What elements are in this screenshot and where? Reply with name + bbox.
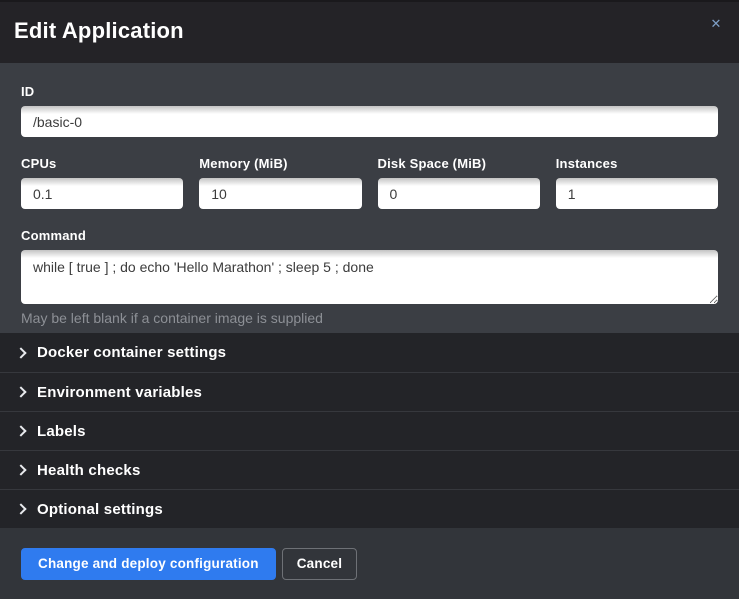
instances-input[interactable] (556, 178, 718, 209)
cancel-button[interactable]: Cancel (282, 548, 357, 580)
chevron-right-icon (15, 425, 26, 436)
section-optional-settings[interactable]: Optional settings (0, 489, 739, 528)
cpus-input[interactable] (21, 178, 183, 209)
section-label: Optional settings (37, 501, 163, 518)
section-docker-container-settings[interactable]: Docker container settings (0, 333, 739, 372)
disk-input[interactable] (378, 178, 540, 209)
command-label: Command (21, 228, 718, 243)
instances-field-group: Instances (556, 156, 718, 209)
instances-label: Instances (556, 156, 718, 171)
close-icon[interactable]: ✕ (705, 14, 727, 36)
section-label: Environment variables (37, 384, 202, 401)
section-label: Labels (37, 423, 86, 440)
cpus-field-group: CPUs (21, 156, 183, 209)
chevron-right-icon (15, 464, 26, 475)
disk-label: Disk Space (MiB) (378, 156, 540, 171)
section-label: Health checks (37, 462, 140, 479)
memory-field-group: Memory (MiB) (199, 156, 361, 209)
command-help-text: May be left blank if a container image i… (21, 310, 718, 326)
disk-field-group: Disk Space (MiB) (378, 156, 540, 209)
section-labels[interactable]: Labels (0, 411, 739, 450)
memory-label: Memory (MiB) (199, 156, 361, 171)
id-input[interactable] (21, 106, 718, 137)
edit-application-modal: Edit Application ✕ ID CPUs Memory (MiB) … (0, 0, 739, 599)
command-textarea[interactable]: while [ true ] ; do echo 'Hello Marathon… (21, 250, 718, 304)
settings-accordion: Docker container settings Environment va… (0, 333, 739, 528)
chevron-right-icon (15, 503, 26, 514)
command-field-group: Command while [ true ] ; do echo 'Hello … (21, 228, 718, 326)
section-health-checks[interactable]: Health checks (0, 450, 739, 489)
resources-row: CPUs Memory (MiB) Disk Space (MiB) Insta… (21, 156, 718, 209)
chevron-right-icon (15, 347, 26, 358)
modal-header: Edit Application ✕ (0, 2, 739, 63)
chevron-right-icon (15, 386, 26, 397)
page-title: Edit Application (14, 18, 723, 44)
change-and-deploy-button[interactable]: Change and deploy configuration (21, 548, 276, 580)
cpus-label: CPUs (21, 156, 183, 171)
id-label: ID (21, 84, 718, 99)
modal-footer: Change and deploy configuration Cancel (0, 528, 739, 599)
memory-input[interactable] (199, 178, 361, 209)
application-form: ID CPUs Memory (MiB) Disk Space (MiB) In… (0, 63, 739, 333)
id-field-group: ID (21, 84, 718, 137)
section-environment-variables[interactable]: Environment variables (0, 372, 739, 411)
section-label: Docker container settings (37, 344, 226, 361)
